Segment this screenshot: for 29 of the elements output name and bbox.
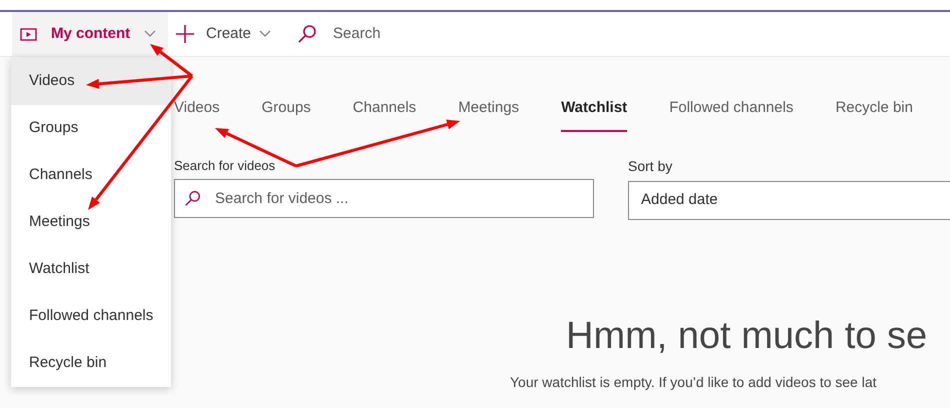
chevron-down-icon: [259, 30, 272, 38]
empty-state-heading: Hmm, not much to se: [566, 314, 928, 358]
field-label: Sort by: [628, 156, 674, 176]
menu-item[interactable]: Watchlist: [11, 246, 171, 293]
tab[interactable]: Groups: [262, 97, 311, 132]
field-label: Search for videos: [174, 156, 276, 174]
tab[interactable]: Meetings: [458, 97, 520, 132]
search-field[interactable]: Search for videos ...: [174, 179, 594, 218]
tab[interactable]: Followed channels: [669, 97, 794, 132]
menu-item[interactable]: Channels: [11, 152, 171, 199]
tab[interactable]: Recycle bin: [835, 97, 913, 132]
search-button[interactable]: Search: [297, 12, 381, 56]
create-button[interactable]: Create: [176, 12, 272, 56]
empty-state-message: Your watchlist is empty. If you’d like to add videos to see lat: [510, 372, 877, 392]
menu-item[interactable]: Groups: [11, 105, 171, 152]
menu-item[interactable]: Recycle bin: [11, 340, 171, 387]
search-icon: [184, 190, 201, 207]
sort-dropdown[interactable]: Added date: [628, 180, 950, 220]
video-icon: [20, 28, 37, 40]
search-icon: [297, 24, 318, 44]
chevron-down-icon: [144, 30, 156, 38]
my-content-button[interactable]: My content: [12, 12, 168, 56]
menu-item[interactable]: Videos: [11, 58, 171, 105]
menu-item[interactable]: Meetings: [11, 199, 171, 246]
tab[interactable]: Watchlist: [561, 97, 628, 132]
menu-item[interactable]: Followed channels: [11, 293, 171, 340]
tab[interactable]: Videos: [174, 97, 220, 132]
tab[interactable]: Channels: [352, 97, 416, 132]
plus-icon: [176, 25, 194, 43]
